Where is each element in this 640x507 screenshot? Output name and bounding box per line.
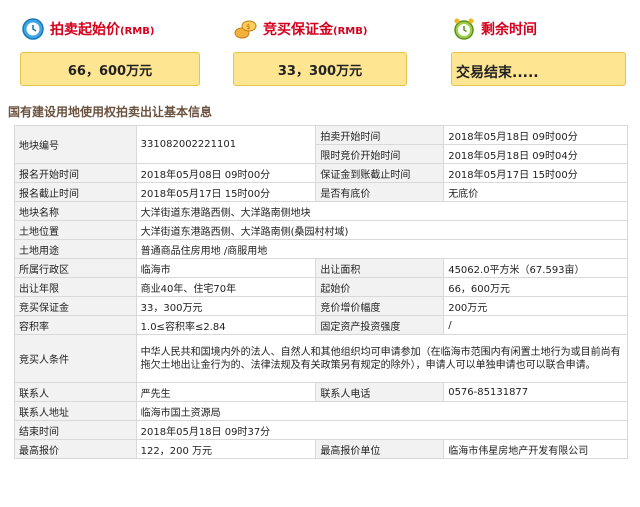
field-label: 限时竞价开始时间	[315, 144, 445, 164]
field-value: 大洋街道东港路西侧、大洋路南侧地块	[135, 201, 629, 221]
field-value: /	[443, 315, 628, 335]
field-value: 临海市伟星房地产开发有限公司	[443, 439, 628, 459]
table-row: 联系人地址 临海市国土资源局	[14, 401, 629, 421]
remaining-time-value: 交易结束.....	[451, 52, 626, 86]
start-price-value: 66，600万元	[20, 52, 200, 86]
field-value: 2018年05月18日 09时00分	[443, 125, 628, 145]
field-value: 122，200 万元	[135, 439, 317, 459]
field-label: 结束时间	[14, 420, 137, 440]
field-value: 中华人民共和国境内外的法人、自然人和其他组织均可申请参加（在临海市范围内有闲置土…	[135, 334, 629, 383]
table-row: 联系人 严先生 联系人电话 0576-85131877	[14, 382, 628, 402]
field-label: 最高报价单位	[315, 439, 445, 459]
table-row: 土地位置 大洋街道东港路西侧、大洋路南侧(桑园村村域)	[14, 220, 629, 240]
land-info-table: 地块编号 331082002221101 拍卖开始时间 2018年05月18日 09时…	[14, 125, 629, 459]
field-label: 地块编号	[14, 125, 137, 164]
table-row: 所属行政区 临海市 出让面积 45062.0平方米（67.593亩）	[14, 258, 628, 278]
coins-icon: $	[233, 16, 259, 42]
field-value: 2018年05月18日 09时37分	[135, 420, 629, 440]
field-label: 出让年限	[14, 277, 137, 297]
table-row: 竞买人条件 中华人民共和国境内外的法人、自然人和其他组织均可申请参加（在临海市范围…	[14, 334, 629, 383]
field-label: 竞买人条件	[14, 334, 137, 383]
remaining-time-label: 剩余时间	[481, 22, 537, 38]
table-row: 最高报价 122，200 万元 最高报价单位 临海市伟星房地产开发有限公司	[14, 439, 628, 459]
field-value: 200万元	[443, 296, 628, 316]
field-label: 所属行政区	[14, 258, 137, 278]
deposit-label: 竞买保证金(RMB)	[263, 22, 368, 38]
table-row: 土地用途 普通商品住房用地 /商服用地	[14, 239, 629, 259]
deposit-box: $ 竞买保证金(RMB) 33，300万元	[233, 14, 413, 86]
field-label: 拍卖开始时间	[315, 125, 445, 145]
remaining-time-box: 剩余时间 交易结束.....	[451, 14, 631, 86]
field-label: 竞买保证金	[14, 296, 137, 316]
deposit-value: 33，300万元	[233, 52, 407, 86]
table-row: 地块名称 大洋街道东港路西侧、大洋路南侧地块	[14, 201, 629, 221]
table-row: 报名截止时间 2018年05月17日 15时00分 是否有底价 无底价	[14, 182, 628, 202]
field-value: 临海市国土资源局	[135, 401, 629, 421]
section-title: 国有建设用地使用权拍卖出让基本信息	[8, 105, 213, 119]
field-value: 45062.0平方米（67.593亩）	[443, 258, 628, 278]
summary-bar: 拍卖起始价(RMB) 66，600万元 $ 竞买保证金(RMB) 33，300万…	[0, 0, 640, 92]
field-value: 2018年05月17日 15时00分	[443, 163, 628, 183]
field-value: 2018年05月17日 15时00分	[135, 182, 317, 202]
field-label: 联系人地址	[14, 401, 137, 421]
field-label: 最高报价	[14, 439, 137, 459]
clock-refresh-icon	[20, 16, 46, 42]
field-value: 0576-85131877	[443, 382, 628, 402]
field-value: 普通商品住房用地 /商服用地	[135, 239, 629, 259]
start-price-label: 拍卖起始价(RMB)	[50, 22, 155, 38]
field-label: 起始价	[315, 277, 445, 297]
field-label: 联系人	[14, 382, 137, 402]
field-value: 33，300万元	[135, 296, 317, 316]
field-value: 大洋街道东港路西侧、大洋路南侧(桑园村村域)	[135, 220, 629, 240]
field-label: 联系人电话	[315, 382, 445, 402]
table-row: 容积率 1.0≤容积率≤2.84 固定资产投资强度 /	[14, 315, 628, 335]
field-value: 商业40年、住宅70年	[135, 277, 317, 297]
field-label: 是否有底价	[315, 182, 445, 202]
field-value: 1.0≤容积率≤2.84	[135, 315, 317, 335]
field-value: 331082002221101	[135, 125, 317, 164]
field-label: 土地用途	[14, 239, 137, 259]
svg-text:$: $	[246, 23, 250, 31]
field-value: 严先生	[135, 382, 317, 402]
table-row: 竞买保证金 33，300万元 竞价增价幅度 200万元	[14, 296, 628, 316]
table-row: 报名开始时间 2018年05月08日 09时00分 保证金到账截止时间 2018年05…	[14, 163, 628, 183]
field-value: 临海市	[135, 258, 317, 278]
table-row: 结束时间 2018年05月18日 09时37分	[14, 420, 629, 440]
alarm-clock-icon	[451, 16, 477, 42]
field-value: 66，600万元	[443, 277, 628, 297]
field-value: 无底价	[443, 182, 628, 202]
start-price-box: 拍卖起始价(RMB) 66，600万元	[20, 14, 200, 86]
table-row: 出让年限 商业40年、住宅70年 起始价 66，600万元	[14, 277, 628, 297]
field-label: 竞价增价幅度	[315, 296, 445, 316]
field-label: 容积率	[14, 315, 137, 335]
field-label: 出让面积	[315, 258, 445, 278]
table-row: 地块编号 331082002221101 拍卖开始时间 2018年05月18日 09时…	[14, 125, 628, 164]
field-value: 2018年05月08日 09时00分	[135, 163, 317, 183]
field-label: 保证金到账截止时间	[315, 163, 445, 183]
field-label: 报名截止时间	[14, 182, 137, 202]
field-value: 2018年05月18日 09时04分	[443, 144, 628, 164]
field-label: 报名开始时间	[14, 163, 137, 183]
field-label: 地块名称	[14, 201, 137, 221]
field-label: 固定资产投资强度	[315, 315, 445, 335]
field-label: 土地位置	[14, 220, 137, 240]
